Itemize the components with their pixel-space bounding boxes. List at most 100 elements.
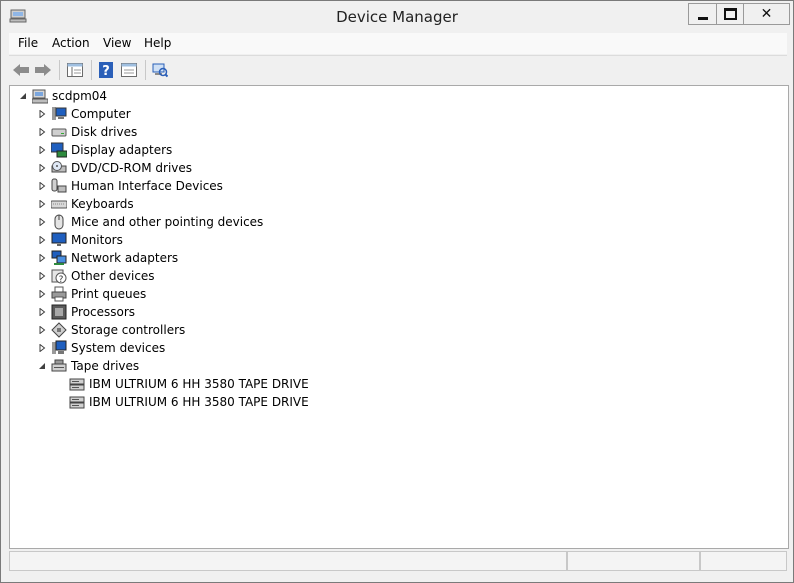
- minimize-button[interactable]: [688, 3, 718, 25]
- tree-category-mice[interactable]: Mice and other pointing devices: [37, 213, 263, 231]
- tree-category-storage-controllers[interactable]: Storage controllers: [37, 321, 185, 339]
- status-bar: [9, 549, 787, 571]
- expand-arrow-icon[interactable]: [37, 164, 46, 173]
- network-adapter-icon: [51, 250, 67, 266]
- scan-hardware-icon: [152, 63, 168, 78]
- tree-category-network-adapters[interactable]: Network adapters: [37, 249, 178, 267]
- minimize-icon: [698, 16, 708, 20]
- tree-category-processors[interactable]: Processors: [37, 303, 135, 321]
- window-title: Device Manager: [336, 8, 458, 26]
- close-button[interactable]: ✕: [743, 3, 790, 25]
- category-label: Processors: [71, 305, 136, 319]
- expand-arrow-icon[interactable]: [37, 110, 46, 119]
- forward-arrow-icon: [35, 64, 51, 76]
- monitor-icon: [51, 232, 67, 248]
- device-manager-window: Device Manager ✕ File Action View Help ?: [0, 0, 794, 583]
- category-label: Tape drives: [71, 359, 140, 373]
- expand-arrow-icon[interactable]: [37, 326, 46, 335]
- back-arrow-icon: [13, 64, 29, 76]
- tree-category-system-devices[interactable]: System devices: [37, 339, 165, 357]
- expand-arrow-icon[interactable]: [37, 128, 46, 137]
- tree-category-monitors[interactable]: Monitors: [37, 231, 123, 249]
- category-label: Other devices: [71, 269, 155, 283]
- dvd-drive-icon: [51, 160, 67, 176]
- expand-arrow-icon[interactable]: [37, 146, 46, 155]
- close-icon: ✕: [760, 6, 773, 22]
- display-adapter-icon: [51, 142, 67, 158]
- maximize-button[interactable]: [716, 3, 745, 25]
- maximize-icon: [724, 8, 737, 20]
- back-button[interactable]: [11, 60, 31, 80]
- tree-category-computer[interactable]: Computer: [37, 105, 131, 123]
- status-cell-3: [700, 551, 787, 571]
- root-label: scdpm04: [52, 89, 108, 103]
- tree-category-other-devices[interactable]: ? Other devices: [37, 267, 155, 285]
- tree-category-print-queues[interactable]: Print queues: [37, 285, 146, 303]
- help-button[interactable]: ?: [96, 60, 116, 80]
- mouse-icon: [51, 214, 67, 230]
- menu-help[interactable]: Help: [144, 36, 171, 50]
- processor-icon: [51, 304, 67, 320]
- show-hide-console-tree-button[interactable]: [65, 60, 85, 80]
- category-label: Human Interface Devices: [71, 179, 223, 193]
- computer-icon: [51, 106, 67, 122]
- expand-arrow-icon[interactable]: [37, 200, 46, 209]
- tree-device-tape-drive-1[interactable]: IBM ULTRIUM 6 HH 3580 TAPE DRIVE: [69, 375, 309, 393]
- category-label: Display adapters: [71, 143, 173, 157]
- device-label: IBM ULTRIUM 6 HH 3580 TAPE DRIVE: [89, 395, 309, 409]
- unknown-device-icon: ?: [51, 268, 67, 284]
- tree-category-tape-drives[interactable]: Tape drives: [37, 357, 139, 375]
- device-tree[interactable]: scdpm04 Computer Disk drives Display ada…: [9, 85, 789, 549]
- forward-button[interactable]: [33, 60, 53, 80]
- expand-arrow-icon[interactable]: [37, 272, 46, 281]
- computer-root-icon: [32, 88, 48, 104]
- update-driver-icon: [121, 63, 137, 77]
- tape-drive-icon: [51, 358, 67, 374]
- keyboard-icon: [51, 196, 67, 212]
- toolbar: ?: [9, 55, 787, 84]
- toolbar-separator: [145, 60, 146, 80]
- tree-device-tape-drive-2[interactable]: IBM ULTRIUM 6 HH 3580 TAPE DRIVE: [69, 393, 309, 411]
- toolbar-separator: [91, 60, 92, 80]
- menu-bar: File Action View Help: [9, 33, 787, 54]
- menu-file[interactable]: File: [18, 36, 38, 50]
- expand-arrow-icon[interactable]: [37, 182, 46, 191]
- category-label: Keyboards: [71, 197, 134, 211]
- tree-category-display-adapters[interactable]: Display adapters: [37, 141, 172, 159]
- svg-text:?: ?: [102, 64, 110, 78]
- expand-arrow-icon[interactable]: [37, 254, 46, 263]
- tree-category-disk-drives[interactable]: Disk drives: [37, 123, 137, 141]
- collapse-arrow-icon[interactable]: [37, 362, 46, 371]
- menu-view[interactable]: View: [103, 36, 131, 50]
- tree-category-human-interface-devices[interactable]: Human Interface Devices: [37, 177, 223, 195]
- expand-arrow-icon[interactable]: [37, 236, 46, 245]
- expand-arrow-icon[interactable]: [37, 308, 46, 317]
- expand-arrow-icon[interactable]: [37, 218, 46, 227]
- category-label: Network adapters: [71, 251, 179, 265]
- hid-icon: [51, 178, 67, 194]
- help-icon: ?: [99, 62, 113, 78]
- category-label: Monitors: [71, 233, 123, 247]
- menu-action[interactable]: Action: [52, 36, 90, 50]
- status-cell-2: [567, 551, 700, 571]
- category-label: Storage controllers: [71, 323, 186, 337]
- category-label: Print queues: [71, 287, 147, 301]
- expand-arrow-icon[interactable]: [37, 290, 46, 299]
- expand-arrow-icon[interactable]: [37, 344, 46, 353]
- tape-drive-icon: [69, 394, 85, 410]
- category-label: Disk drives: [71, 125, 138, 139]
- update-driver-button[interactable]: [119, 60, 139, 80]
- tree-root[interactable]: scdpm04: [18, 87, 107, 105]
- tape-drive-icon: [69, 376, 85, 392]
- title-bar[interactable]: Device Manager ✕: [1, 1, 793, 33]
- system-device-icon: [51, 340, 67, 356]
- toolbar-separator: [59, 60, 60, 80]
- tree-category-dvd-cd-rom-drives[interactable]: DVD/CD-ROM drives: [37, 159, 192, 177]
- status-cell-main: [9, 551, 567, 571]
- collapse-arrow-icon[interactable]: [18, 92, 27, 101]
- printer-icon: [51, 286, 67, 302]
- scan-hardware-button[interactable]: [150, 60, 170, 80]
- device-label: IBM ULTRIUM 6 HH 3580 TAPE DRIVE: [89, 377, 309, 391]
- storage-controller-icon: [51, 322, 67, 338]
- tree-category-keyboards[interactable]: Keyboards: [37, 195, 134, 213]
